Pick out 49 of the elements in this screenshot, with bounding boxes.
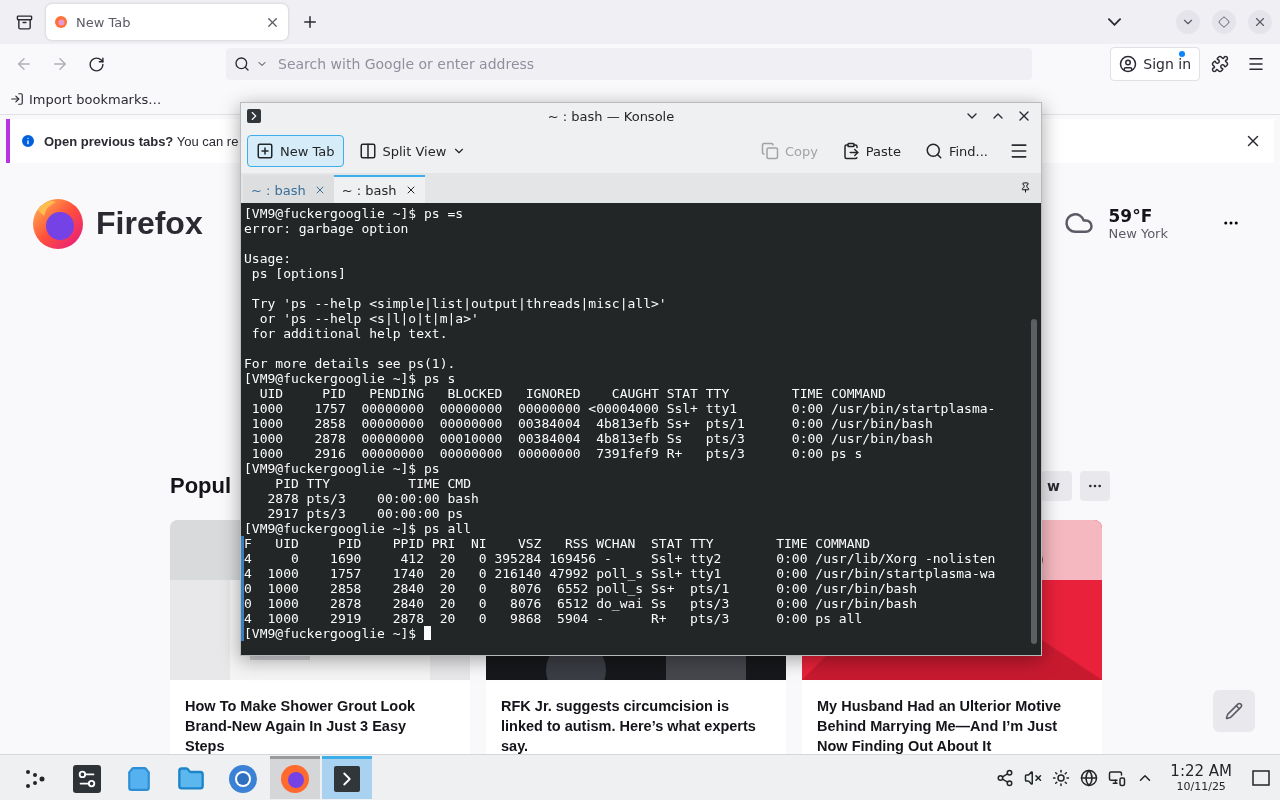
window-title: ~ : bash — Konsole	[546, 108, 676, 124]
terminal-line: F UID PID PPID PRI NI VSZ RSS WCHAN STAT TTY TIME COMMAND	[244, 536, 871, 551]
terminal-line: 2878 pts/3 00:00:00 bash	[266, 491, 479, 506]
terminal-line: 0 1000 2878 2840 20 0 8076 6512 do_wai Ss pts/3 0:00 /usr/bin/bash	[244, 596, 918, 611]
toolbar-button[interactable]: Find...	[915, 135, 997, 167]
terminal-line: Try 'ps --help <simple|list|output|threads|misc|all>'	[250, 296, 667, 311]
terminal-line: 2917 pts/3 00:00:00 ps	[266, 506, 464, 521]
toolbar-button[interactable]: Split View	[349, 135, 476, 167]
terminal-line: 1000 2916 00000000 00000000 00000000 7391fef9 R+ pts/3 0:00 ps s	[250, 446, 863, 461]
terminal-line: or 'ps --help <s|l|o|t|m|a>'	[258, 311, 479, 326]
clock-date: 10/11/25	[1176, 780, 1226, 793]
terminal-line: [VM9@fuckergooglie ~]$ ps	[244, 461, 440, 476]
terminal-line: For more details see ps(1).	[244, 356, 456, 371]
article-title[interactable]: My Husband Had an Ulterior Motive Behind Marrying Me—And I’m Just Now Finding Out About It	[802, 680, 1102, 754]
terminal-line: [VM9@fuckergooglie ~]$ ps all	[244, 521, 471, 536]
bookmark-item[interactable]: Import bookmarks…	[10, 91, 162, 107]
terminal-line: [VM9@fuckergooglie ~]$ ps s	[244, 371, 456, 386]
terminal-line: [VM9@fuckergooglie ~]$ ps =s	[244, 206, 464, 221]
terminal-line: 0 1000 2858 2840 20 0 8076 6552 poll_s Ss+ pts/1 0:00 /usr/bin/bash	[244, 581, 918, 596]
terminal-line: 1000 2878 00000000 00010000 00384004 4b813efb Ss pts/3 0:00 /usr/bin/bash	[250, 431, 933, 446]
brand-name: Firefox	[96, 204, 203, 242]
terminal-tab[interactable]: ~ : bash	[243, 175, 334, 203]
tab-title: New Tab	[76, 14, 132, 30]
temperature: 59°F	[1108, 205, 1154, 226]
sign-in-button[interactable]: Sign in	[1110, 47, 1200, 81]
section-button[interactable]: w	[1041, 471, 1072, 501]
terminal-line: ps [options]	[250, 266, 346, 281]
terminal-prompt: [VM9@fuckergooglie ~]$	[244, 626, 418, 641]
address-field[interactable]: Search with Google or enter address	[226, 48, 1032, 80]
terminal-line: Usage:	[244, 251, 291, 266]
terminal-line: 4 1000 2919 2878 20 0 9868 5904 - R+ pts/3 0:00 ps all	[244, 611, 863, 626]
clock-time: 1:22 AM	[1170, 762, 1232, 780]
terminal-line: 1000 2858 00000000 00000000 00384004 4b813efb Ss+ pts/1 0:00 /usr/bin/bash	[250, 416, 933, 431]
toolbar-button[interactable]: New Tab	[247, 135, 344, 167]
terminal-line: 4 1000 1757 1740 20 0 216140 47992 poll_s Ssl+ tty1 0:00 /usr/bin/startplasma-wa	[244, 566, 996, 581]
browser-tab[interactable]: New Tab	[46, 4, 288, 40]
terminal-tab[interactable]: ~ : bash	[333, 175, 425, 203]
notification-text: Open previous tabs? You can re	[44, 133, 239, 149]
terminal-line: error: garbage option	[244, 221, 409, 236]
terminal-line: 4 0 1690 412 20 0 395284 169456 - Ssl+ tty2 0:00 /usr/lib/Xorg -nolisten	[244, 551, 996, 566]
terminal-line: UID PID PENDING BLOCKED IGNORED CAUGHT STAT TTY TIME COMMAND	[258, 386, 886, 401]
article-title[interactable]: RFK Jr. suggests circumcision is linked to autism. Here’s what experts say.	[486, 680, 786, 754]
terminal-line: PID TTY TIME CMD	[274, 476, 471, 491]
terminal-line: 1000 1757 00000000 00000000 00000000 <00004000 Ssl+ tty1 0:00 /usr/bin/startplasma-	[250, 401, 996, 416]
terminal-line: for additional help text.	[250, 326, 448, 341]
section-heading: Popul	[170, 473, 232, 499]
toolbar-button[interactable]: Paste	[832, 135, 910, 167]
article-title[interactable]: How To Make Shower Grout Look Brand-New Again In Just 3 Easy Steps	[170, 680, 470, 754]
city-name: New York	[1108, 225, 1168, 241]
